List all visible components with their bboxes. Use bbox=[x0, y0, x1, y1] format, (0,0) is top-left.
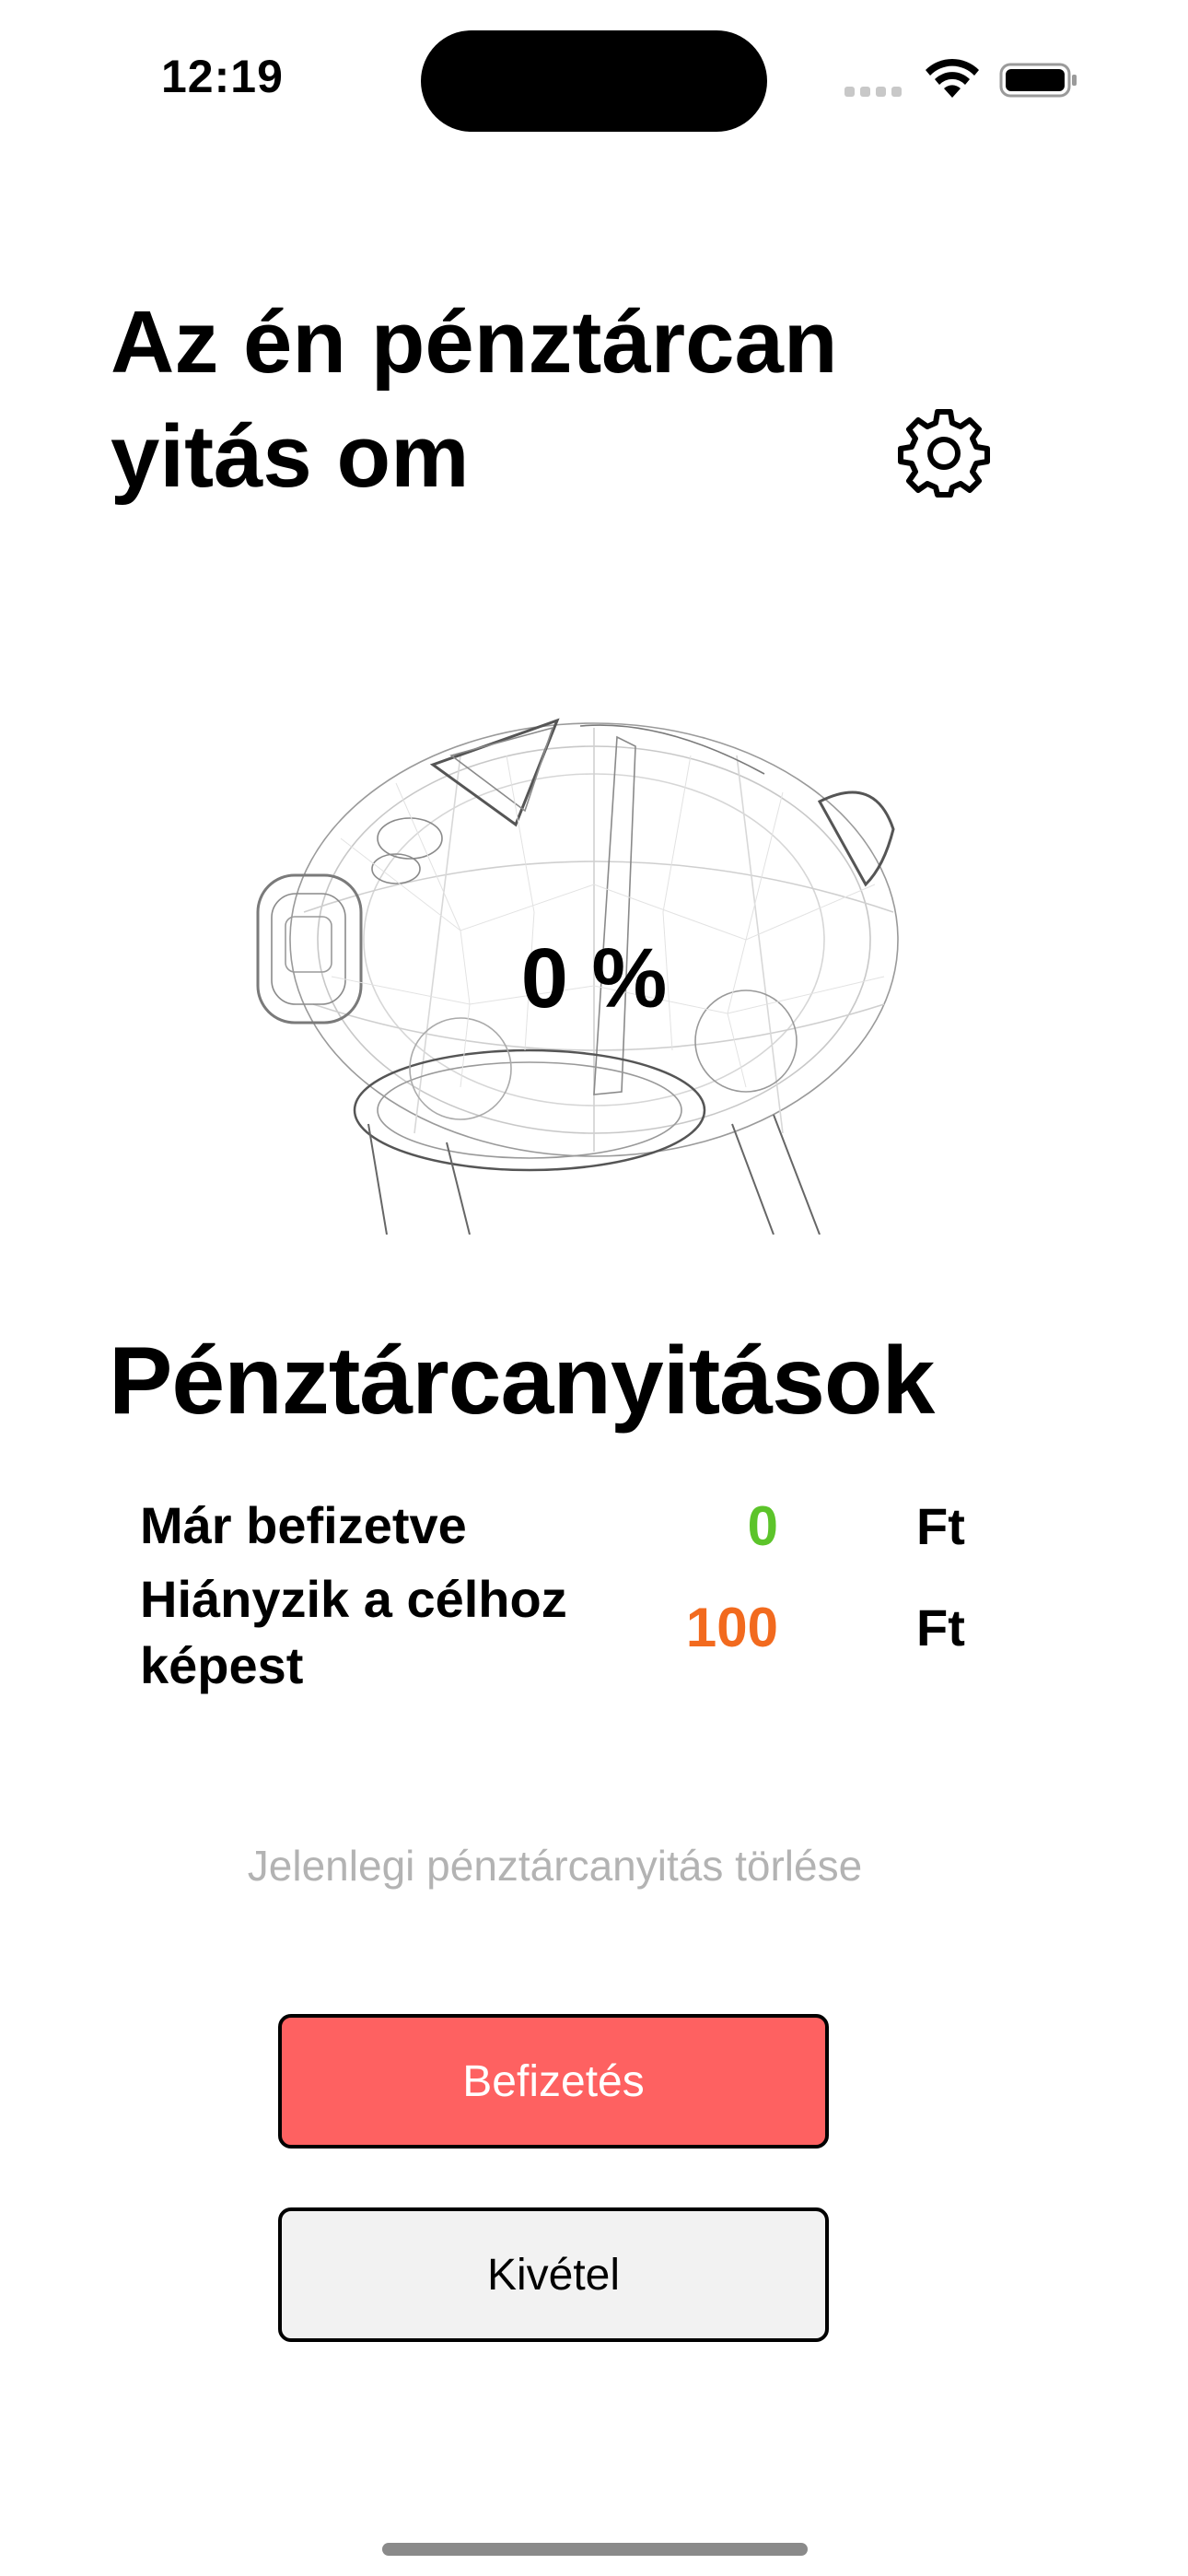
wifi-icon bbox=[926, 58, 979, 98]
withdraw-button[interactable]: Kivétel bbox=[278, 2207, 829, 2342]
paid-unit: Ft bbox=[916, 1497, 965, 1555]
battery-icon bbox=[999, 63, 1077, 98]
cellular-signal-icon bbox=[844, 87, 903, 100]
page-title: Az én pénztárcanyitás om bbox=[111, 293, 838, 506]
missing-unit: Ft bbox=[916, 1598, 965, 1657]
delete-savings-link[interactable]: Jelenlegi pénztárcanyitás törlése bbox=[0, 1841, 1110, 1891]
dynamic-island bbox=[421, 30, 767, 132]
gear-icon[interactable] bbox=[898, 407, 990, 499]
paid-value: 0 bbox=[747, 1495, 778, 1557]
section-title: Pénztárcanyitások bbox=[109, 1328, 935, 1434]
home-indicator[interactable] bbox=[382, 2543, 808, 2556]
missing-value: 100 bbox=[685, 1597, 778, 1658]
deposit-button[interactable]: Befizetés bbox=[278, 2014, 829, 2149]
paid-label: Már befizetve bbox=[140, 1496, 467, 1554]
status-time: 12:19 bbox=[161, 51, 284, 102]
savings-percent: 0 % bbox=[520, 931, 668, 1025]
missing-label: Hiányzik a célhoz képest bbox=[140, 1570, 567, 1694]
